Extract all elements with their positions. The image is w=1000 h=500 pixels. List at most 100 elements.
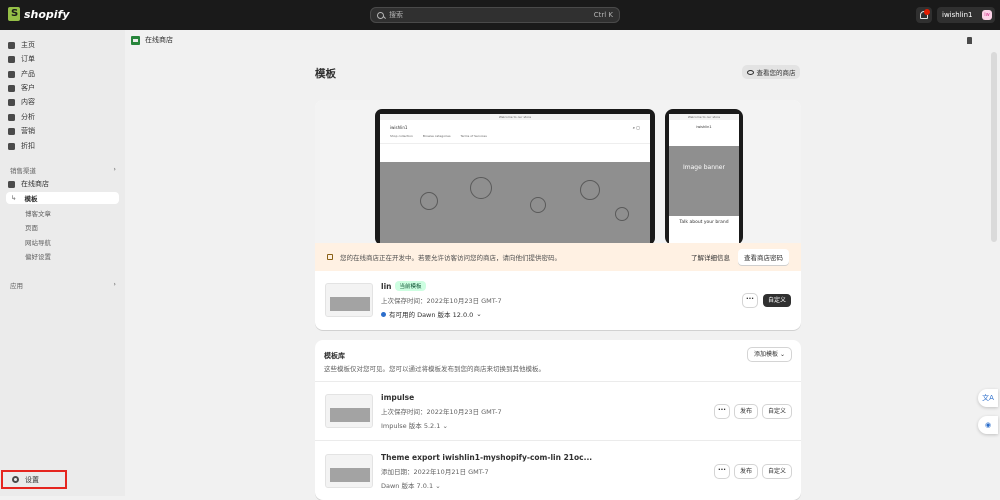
sidebar-item-blog-posts[interactable]: 博客文章: [25, 207, 135, 219]
sidebar-item-pages[interactable]: 页面: [25, 221, 135, 233]
apps-label: 应用: [10, 282, 23, 290]
sales-channels-header[interactable]: 销售渠道 ›: [10, 165, 116, 175]
gear-icon: [12, 476, 19, 483]
theme-actions: ··· 发布 自定义: [714, 404, 791, 418]
shopify-logo[interactable]: shopify: [8, 7, 70, 21]
settings-label: 设置: [25, 475, 39, 484]
info-dot-icon: [381, 311, 386, 317]
view-store-button[interactable]: 查看您的商店: [742, 65, 800, 79]
theme-thumbnail[interactable]: [325, 454, 373, 488]
desktop-preview: Welcome to our store iwishlin1 ⌕ ▢ Shop …: [375, 109, 655, 245]
publish-button[interactable]: 发布: [734, 404, 757, 418]
sidebar-item-label: 客户: [21, 84, 35, 92]
sidebar-item-content[interactable]: 内容: [8, 96, 118, 108]
view-store-label: 查看您的商店: [756, 69, 796, 77]
customize-button[interactable]: 自定义: [762, 464, 791, 478]
theme-saved-date: 上次保存时间：2022年10月23日 GMT-7: [381, 407, 502, 416]
chevron-right-icon: ›: [113, 280, 116, 288]
preview-nav-item: Terms of Services: [460, 134, 487, 138]
translate-icon: 文A: [982, 394, 994, 402]
sidebar-item-marketing[interactable]: 营销: [8, 125, 118, 137]
mobile-banner-text: Image banner: [683, 164, 725, 171]
user-menu-button[interactable]: iwishlin1 iw: [937, 7, 995, 23]
sidebar-item-orders[interactable]: 订单: [8, 53, 118, 65]
sidebar-item-label: 内容: [21, 98, 35, 106]
theme-actions: ··· 发布 自定义: [714, 464, 791, 478]
add-theme-label: 添加模板: [754, 351, 779, 358]
translate-button[interactable]: 文A: [978, 389, 998, 407]
eye-icon: [746, 69, 754, 75]
password-notice: 您的在线商店正在开发中。若要允许访客访问您的商店，请向他们提供密码。 了解详细信…: [315, 243, 801, 271]
theme-version-line[interactable]: Impulse 版本 5.2.1 ⌄: [381, 420, 502, 430]
breadcrumb[interactable]: 在线商店: [131, 35, 173, 45]
pin-icon[interactable]: [967, 37, 972, 44]
theme-name: Theme export iwishlin1-myshopify-com-lin…: [381, 452, 593, 462]
preview-nav: Shop collection Browse categories Terms …: [380, 134, 650, 144]
more-actions-button[interactable]: ···: [714, 404, 729, 418]
version-update-link[interactable]: 有可用的 Dawn 版本 12.0.0 ⌄: [381, 309, 502, 319]
desktop-screen: Welcome to our store iwishlin1 ⌕ ▢ Shop …: [380, 114, 650, 245]
theme-meta: impulse 上次保存时间：2022年10月23日 GMT-7 Impulse…: [381, 393, 502, 430]
shopify-bag-icon: [8, 7, 20, 21]
drawing-illustration: [580, 180, 600, 200]
mobile-brand-text: Talk about your brand: [679, 220, 729, 225]
orders-icon: [8, 55, 15, 63]
scrollbar[interactable]: [991, 52, 997, 242]
sidebar-item-home[interactable]: 主页: [8, 39, 118, 51]
chevron-down-icon: ⌄: [435, 481, 441, 490]
sales-channels-label: 销售渠道: [10, 167, 36, 175]
publish-button[interactable]: 发布: [734, 464, 757, 478]
page-title: 模板: [315, 68, 336, 80]
current-theme-badge: 当前模板: [395, 281, 426, 291]
current-theme-card: Welcome to our store iwishlin1 ⌕ ▢ Shop …: [315, 100, 801, 330]
preview-hero-image: [380, 162, 650, 245]
theme-name: impulse: [381, 392, 415, 402]
sidebar-item-label: 营销: [21, 127, 35, 135]
sidebar-item-online-store[interactable]: 在线商店: [8, 178, 118, 190]
sidebar-item-label: 博客文章: [25, 210, 51, 218]
preview-header: iwishlin1 ⌕ ▢: [380, 120, 650, 134]
chat-button[interactable]: ◉: [978, 416, 998, 434]
theme-name: lin: [381, 281, 392, 291]
learn-more-link[interactable]: 了解详细信息: [691, 252, 730, 262]
search-shortcut: Ctrl K: [593, 11, 613, 19]
customize-button[interactable]: 自定义: [762, 293, 791, 307]
sidebar-item-analytics[interactable]: 分析: [8, 111, 118, 123]
more-actions-button[interactable]: ···: [714, 464, 729, 478]
theme-meta: Theme export iwishlin1-myshopify-com-lin…: [381, 453, 592, 490]
sidebar-item-customers[interactable]: 客户: [8, 82, 118, 94]
theme-saved-date: 上次保存时间：2022年10月23日 GMT-7: [381, 297, 502, 305]
sidebar-item-preferences[interactable]: 偏好设置: [25, 250, 135, 262]
brand-name: shopify: [24, 7, 70, 21]
more-actions-button[interactable]: ···: [742, 293, 757, 307]
search-bar[interactable]: 搜索 Ctrl K: [370, 7, 620, 23]
sidebar-item-label: 模板: [24, 195, 38, 203]
divider: [315, 440, 801, 441]
preview-search-icon: ⌕ ▢: [632, 124, 640, 130]
theme-library-card: 模板库 这些模板仅对您可见。您可以通过将模板发布到您的商店来切换到其他模板。 添…: [315, 340, 801, 500]
sidebar-item-discounts[interactable]: 折扣: [8, 140, 118, 152]
theme-thumbnail[interactable]: [325, 394, 373, 428]
notifications-button[interactable]: [916, 7, 932, 23]
apps-header[interactable]: 应用 ›: [10, 280, 116, 290]
sidebar-item-themes[interactable]: ↳ 模板: [6, 192, 119, 204]
theme-version-line[interactable]: Dawn 版本 7.0.1 ⌄: [381, 480, 592, 490]
theme-meta: lin 当前模板 上次保存时间：2022年10月23日 GMT-7 有可用的 Da…: [381, 281, 502, 319]
sidebar-item-products[interactable]: 产品: [8, 68, 118, 80]
theme-thumbnail[interactable]: [325, 283, 373, 317]
breadcrumb-label: 在线商店: [145, 36, 173, 44]
theme-name-line: lin 当前模板: [381, 281, 502, 291]
chevron-down-icon: ⌄: [779, 351, 785, 358]
current-theme-row: lin 当前模板 上次保存时间：2022年10月23日 GMT-7 有可用的 Da…: [315, 271, 801, 329]
view-password-button[interactable]: 查看商店密码: [738, 249, 789, 265]
customize-button[interactable]: 自定义: [762, 404, 791, 418]
mobile-header: iwishlin1: [669, 120, 739, 134]
sidebar-item-navigation[interactable]: 网站导航: [25, 236, 135, 248]
theme-version: Dawn 版本 7.0.1: [381, 481, 434, 490]
add-theme-button[interactable]: 添加模板 ⌄: [748, 348, 791, 361]
mobile-preview: Welcome to our store iwishlin1 Image ban…: [665, 109, 743, 245]
home-icon: [8, 41, 15, 49]
sidebar-item-label: 主页: [21, 41, 35, 49]
theme-library-title: 模板库: [324, 352, 345, 360]
sidebar-item-settings[interactable]: 设置: [1, 470, 67, 489]
